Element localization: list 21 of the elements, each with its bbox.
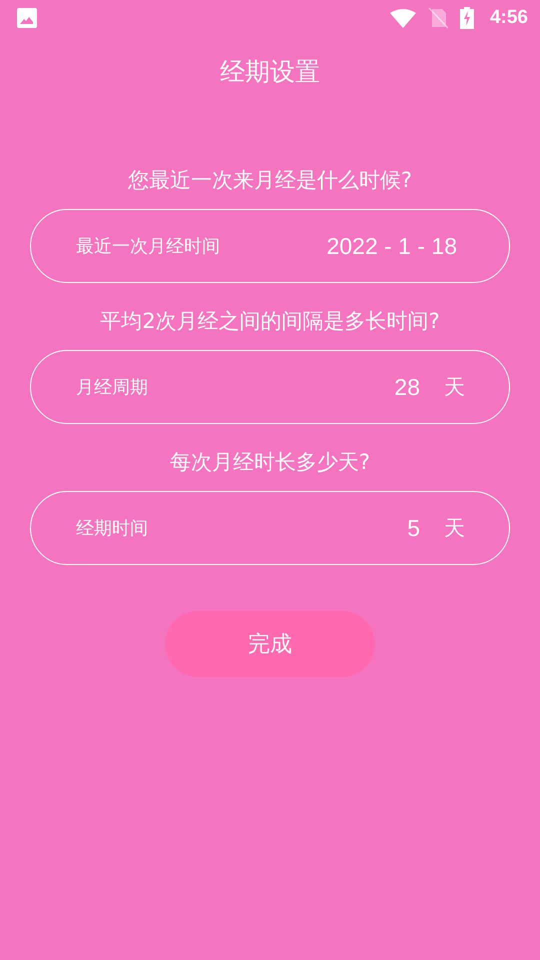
input-field[interactable]: 最近一次月经时间 2022 - 1 - 18 — [30, 209, 510, 283]
wifi-icon — [390, 8, 416, 28]
clock-time: 4:56 — [490, 7, 528, 29]
field-value: 2022 - 1 - 18 — [326, 232, 457, 260]
input-field[interactable]: 经期时间 5 天 — [30, 491, 510, 565]
field-value: 5 — [407, 514, 420, 542]
question-text: 每次月经时长多少天? — [170, 449, 370, 476]
field-label: 最近一次月经时间 — [76, 235, 221, 258]
no-sim-icon — [428, 7, 448, 29]
field-value: 28 — [394, 374, 420, 400]
field-label: 经期时间 — [76, 517, 149, 540]
done-button[interactable]: 完成 — [165, 611, 375, 677]
unit-label: 天 — [444, 374, 465, 401]
input-field[interactable]: 月经周期 28 天 — [30, 350, 510, 424]
question-text: 您最近一次来月经是什么时候? — [128, 167, 412, 194]
page-title: 经期设置 — [219, 56, 321, 88]
battery-charging-icon — [460, 7, 474, 29]
image-icon — [17, 8, 37, 28]
unit-label: 天 — [444, 515, 465, 542]
field-label: 月经周期 — [76, 376, 149, 399]
question-text: 平均2次月经之间的间隔是多长时间? — [100, 308, 440, 335]
